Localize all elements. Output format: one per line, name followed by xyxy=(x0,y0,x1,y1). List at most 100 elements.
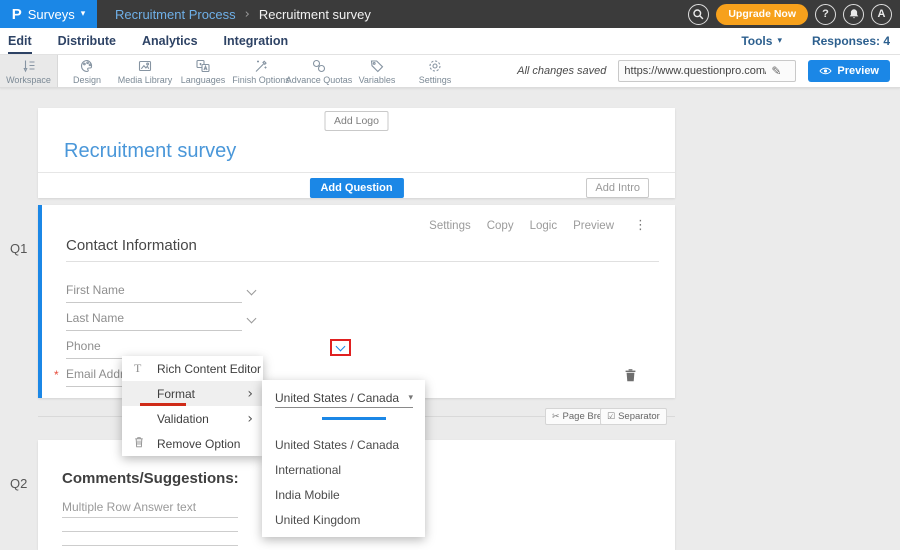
breadcrumb-parent[interactable]: Recruitment Process xyxy=(115,7,236,22)
help-button[interactable]: ? xyxy=(815,4,836,25)
kebab-menu-icon[interactable]: ⋮ xyxy=(634,218,647,233)
delete-question-button[interactable] xyxy=(624,368,637,387)
survey-title[interactable]: Recruitment survey xyxy=(64,140,236,163)
answer-line xyxy=(62,531,238,532)
page-break-icon: ✂ xyxy=(552,412,560,422)
answer-line xyxy=(62,545,238,546)
responses-count[interactable]: Responses: 4 xyxy=(812,34,890,48)
menu-item-validation[interactable]: Validation › xyxy=(122,406,263,431)
variables-icon xyxy=(369,58,385,74)
separator-icon: ☑ xyxy=(607,412,615,422)
add-question-button[interactable]: Add Question xyxy=(309,178,403,198)
annotation-highlight-box xyxy=(330,339,351,356)
workspace-icon xyxy=(21,58,37,74)
surveys-menu-button[interactable]: P Surveys ▾ xyxy=(0,0,97,28)
builder-toolbar: Workspace Design Media Library Languages… xyxy=(0,55,900,88)
divider xyxy=(38,172,675,173)
toolbar-item-settings[interactable]: Settings xyxy=(406,55,464,87)
design-icon xyxy=(79,58,95,74)
topbar-actions: Upgrade Now ? A xyxy=(688,4,900,25)
first-name-dropdown-icon[interactable] xyxy=(247,286,257,296)
menu-item-format[interactable]: Format › xyxy=(122,381,263,406)
chevron-down-icon: ▾ xyxy=(408,393,413,403)
top-bar: P Surveys ▾ Recruitment Process › Recrui… xyxy=(0,0,900,28)
rich-text-icon: T xyxy=(134,361,141,376)
product-name: Surveys xyxy=(28,7,75,22)
upgrade-now-button[interactable]: Upgrade Now xyxy=(716,4,808,25)
survey-header-card: Add Logo Recruitment survey Add Question… xyxy=(38,108,675,198)
question-1-heading[interactable]: Contact Information xyxy=(66,237,197,254)
tab-analytics[interactable]: Analytics xyxy=(142,28,198,54)
settings-icon xyxy=(427,58,443,74)
search-button[interactable] xyxy=(688,4,709,25)
trash-icon xyxy=(134,436,144,451)
tab-edit[interactable]: Edit xyxy=(8,28,32,54)
edit-url-icon[interactable]: ✎ xyxy=(771,64,781,78)
advance-quotas-icon xyxy=(311,58,327,74)
question-settings-link[interactable]: Settings xyxy=(429,220,471,232)
preview-button[interactable]: Preview xyxy=(808,60,890,82)
tab-integration[interactable]: Integration xyxy=(224,28,289,54)
field-context-menu: T Rich Content Editor Format › Validatio… xyxy=(122,356,263,456)
format-option-united-kingdom[interactable]: United Kingdom xyxy=(275,513,360,527)
toolbar-item-advance-quotas[interactable]: Advance Quotas xyxy=(290,55,348,87)
menu-item-rich-content-editor[interactable]: T Rich Content Editor xyxy=(122,356,263,381)
format-submenu: United States / Canada ▾ United States /… xyxy=(262,380,425,537)
toolbar-item-design[interactable]: Design xyxy=(58,55,116,87)
finish-options-icon xyxy=(253,58,269,74)
question-logic-link[interactable]: Logic xyxy=(530,220,558,232)
field-first-name[interactable]: First Name xyxy=(66,283,242,303)
media-library-icon xyxy=(137,58,153,74)
answer-line xyxy=(62,517,238,518)
format-option-international[interactable]: International xyxy=(275,463,341,477)
page: P Surveys ▾ Recruitment Process › Recrui… xyxy=(0,0,900,550)
bell-icon xyxy=(848,8,860,20)
trash-icon xyxy=(624,368,637,382)
tools-menu-button[interactable]: Tools ▾ xyxy=(741,34,782,48)
add-logo-button[interactable]: Add Logo xyxy=(324,111,389,131)
separator-button[interactable]: ☑ Separator xyxy=(600,408,667,425)
survey-url-input[interactable] xyxy=(619,65,771,77)
eye-icon xyxy=(819,66,832,76)
format-option-us-canada[interactable]: United States / Canada xyxy=(275,438,399,452)
avatar[interactable]: A xyxy=(871,4,892,25)
toolbar-item-workspace[interactable]: Workspace xyxy=(0,55,58,87)
chevron-down-icon: ▾ xyxy=(81,9,86,19)
breadcrumb-separator-icon: › xyxy=(245,7,250,22)
format-option-india-mobile[interactable]: India Mobile xyxy=(275,488,340,502)
survey-url-box: ✎ xyxy=(618,60,796,82)
tab-bar: Edit Distribute Analytics Integration To… xyxy=(0,28,900,55)
toolbar-item-variables[interactable]: Variables xyxy=(348,55,406,87)
question-2-heading[interactable]: Comments/Suggestions: xyxy=(62,470,239,487)
notifications-button[interactable] xyxy=(843,4,864,25)
question-copy-link[interactable]: Copy xyxy=(487,220,514,232)
multirow-answer-placeholder[interactable]: Multiple Row Answer text xyxy=(62,500,196,514)
format-select[interactable]: United States / Canada ▾ xyxy=(275,388,413,408)
questionpro-logo: P xyxy=(12,6,22,23)
question-1-label: Q1 xyxy=(10,241,27,256)
tab-distribute[interactable]: Distribute xyxy=(58,28,116,54)
search-icon xyxy=(693,9,704,20)
last-name-dropdown-icon[interactable] xyxy=(247,314,257,324)
divider xyxy=(66,261,659,262)
languages-icon xyxy=(195,58,211,74)
chevron-down-icon: ▾ xyxy=(777,36,782,46)
question-preview-link[interactable]: Preview xyxy=(573,220,614,232)
submenu-arrow-icon: › xyxy=(247,411,253,427)
toolbar-item-finish-options[interactable]: Finish Options xyxy=(232,55,290,87)
required-marker: * xyxy=(54,368,59,382)
toolbar-item-languages[interactable]: Languages xyxy=(174,55,232,87)
select-focus-indicator xyxy=(322,417,386,420)
field-last-name[interactable]: Last Name xyxy=(66,311,242,331)
menu-item-remove-option[interactable]: Remove Option xyxy=(122,431,263,456)
tools-label: Tools xyxy=(741,34,772,48)
tabbar-right: Tools ▾ Responses: 4 xyxy=(741,28,900,54)
save-status: All changes saved xyxy=(517,65,606,77)
toolbar-right: All changes saved ✎ Preview xyxy=(517,55,900,87)
toolbar-item-media-library[interactable]: Media Library xyxy=(116,55,174,87)
tabs: Edit Distribute Analytics Integration xyxy=(0,28,288,54)
phone-dropdown-icon[interactable] xyxy=(336,341,346,351)
question-2-label: Q2 xyxy=(10,476,27,491)
add-intro-button[interactable]: Add Intro xyxy=(586,178,649,198)
submenu-arrow-icon: › xyxy=(247,386,253,402)
